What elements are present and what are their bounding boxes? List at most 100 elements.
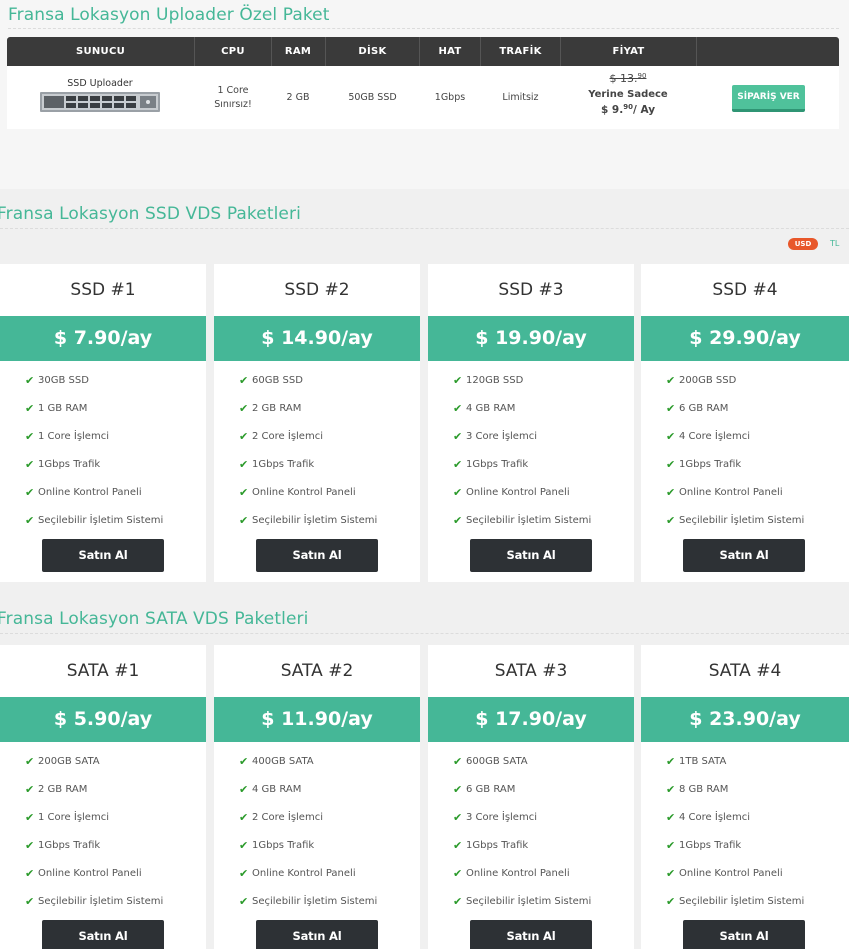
header-trafik: TRAFİK [499, 46, 542, 57]
check-icon: ✔ [239, 755, 249, 768]
currency-tl-toggle[interactable]: TL [830, 238, 839, 250]
title-divider [8, 28, 839, 29]
check-icon: ✔ [453, 895, 463, 908]
feature-item: ✔ 200GB SSD [666, 374, 737, 387]
feature-item: ✔ Online Kontrol Paneli [25, 486, 142, 499]
feature-item: ✔ 2 GB RAM [25, 783, 88, 796]
buy-button[interactable]: Satın Al [256, 920, 378, 949]
sata-package-card: SATA #1 $ 5.90/ay ✔ 200GB SATA ✔ 2 GB RAM ✔ 1 C… [0, 645, 206, 949]
ssd-section-title: Fransa Lokasyon SSD VDS Paketleri [0, 204, 301, 224]
table-header: SUNUCU CPU RAM DİSK HAT TRAFİK FİYAT [7, 37, 839, 66]
check-icon: ✔ [25, 514, 35, 527]
check-icon: ✔ [666, 755, 676, 768]
cell-cpu: 1 Core Sınırsız! [195, 66, 271, 129]
check-icon: ✔ [666, 783, 676, 796]
cpu-note: Sınırsız! [214, 98, 252, 110]
sata-section-title: Fransa Lokasyon SATA VDS Paketleri [0, 609, 309, 629]
buy-button[interactable]: Satın Al [470, 539, 592, 572]
package-price: $ 23.90/ay [641, 697, 849, 742]
feature-item: ✔ 1Gbps Trafik [453, 458, 529, 471]
check-icon: ✔ [25, 839, 35, 852]
feature-item: ✔ 1TB SATA [666, 755, 727, 768]
check-icon: ✔ [239, 374, 249, 387]
title-divider [0, 228, 849, 229]
check-icon: ✔ [453, 811, 463, 824]
sata-package-card: SATA #4 $ 23.90/ay ✔ 1TB SATA ✔ 8 GB RAM ✔ 4 Co… [641, 645, 849, 949]
feature-item: ✔ 1 GB RAM [25, 402, 88, 415]
check-icon: ✔ [25, 374, 35, 387]
check-icon: ✔ [453, 755, 463, 768]
check-icon: ✔ [666, 867, 676, 880]
ssd-package-card: SSD #4 $ 29.90/ay ✔ 200GB SSD ✔ 6 GB RAM ✔ 4 Co… [641, 264, 849, 582]
buy-button[interactable]: Satın Al [683, 539, 805, 572]
order-button[interactable]: SİPARİŞ VER [732, 85, 805, 112]
check-icon: ✔ [25, 755, 35, 768]
feature-item: ✔ 2 Core İşlemci [239, 430, 323, 443]
feature-item: ✔ Seçilebilir İşletim Sistemi [666, 895, 805, 908]
check-icon: ✔ [239, 486, 249, 499]
special-package-section: Fransa Lokasyon Uploader Özel Paket SUNU… [0, 0, 849, 189]
feature-item: ✔ 1Gbps Trafik [666, 839, 742, 852]
cell-hat: 1Gbps [434, 91, 466, 103]
check-icon: ✔ [239, 783, 249, 796]
check-icon: ✔ [25, 867, 35, 880]
buy-button[interactable]: Satın Al [470, 920, 592, 949]
package-name: SATA #4 [708, 661, 782, 681]
cpu-cores: 1 Core [217, 84, 249, 96]
check-icon: ✔ [666, 895, 676, 908]
header-hat: HAT [438, 46, 462, 57]
buy-button[interactable]: Satın Al [256, 539, 378, 572]
special-section-title: Fransa Lokasyon Uploader Özel Paket [8, 5, 330, 25]
check-icon: ✔ [666, 514, 676, 527]
check-icon: ✔ [25, 783, 35, 796]
check-icon: ✔ [239, 811, 249, 824]
buy-button[interactable]: Satın Al [683, 920, 805, 949]
new-price: $ 9.90/ Ay [600, 103, 656, 116]
feature-item: ✔ 4 GB RAM [453, 402, 516, 415]
check-icon: ✔ [666, 430, 676, 443]
feature-item: ✔ Seçilebilir İşletim Sistemi [453, 895, 592, 908]
package-name: SSD #1 [70, 280, 136, 300]
feature-item: ✔ Online Kontrol Paneli [239, 486, 356, 499]
buy-button[interactable]: Satın Al [42, 920, 164, 949]
check-icon: ✔ [453, 458, 463, 471]
special-package-table: SUNUCU CPU RAM DİSK HAT TRAFİK FİYAT SSD… [7, 37, 839, 129]
check-icon: ✔ [666, 374, 676, 387]
feature-item: ✔ 1Gbps Trafik [239, 458, 315, 471]
sata-package-card: SATA #3 $ 17.90/ay ✔ 600GB SATA ✔ 6 GB RAM ✔ 3 … [428, 645, 634, 949]
package-name: SSD #4 [712, 280, 778, 300]
feature-item: ✔ 6 GB RAM [666, 402, 729, 415]
check-icon: ✔ [666, 811, 676, 824]
feature-item: ✔ 1Gbps Trafik [453, 839, 529, 852]
feature-item: ✔ 120GB SSD [453, 374, 524, 387]
feature-item: ✔ 2 Core İşlemci [239, 811, 323, 824]
feature-item: ✔ Seçilebilir İşletim Sistemi [25, 895, 164, 908]
check-icon: ✔ [239, 402, 249, 415]
feature-item: ✔ Seçilebilir İşletim Sistemi [239, 514, 378, 527]
new-price-label: Yerine Sadece [588, 89, 668, 100]
currency-usd-toggle[interactable]: USD [788, 238, 818, 250]
check-icon: ✔ [453, 374, 463, 387]
ssd-package-card: SSD #2 $ 14.90/ay ✔ 60GB SSD ✔ 2 GB RAM ✔ 2 Cor… [214, 264, 420, 582]
package-price: $ 29.90/ay [641, 316, 849, 361]
feature-item: ✔ 1Gbps Trafik [25, 839, 101, 852]
check-icon: ✔ [666, 839, 676, 852]
check-icon: ✔ [25, 895, 35, 908]
check-icon: ✔ [25, 430, 35, 443]
check-icon: ✔ [453, 402, 463, 415]
check-icon: ✔ [453, 867, 463, 880]
feature-item: ✔ 1Gbps Trafik [666, 458, 742, 471]
server-rack-image [40, 92, 160, 112]
buy-button[interactable]: Satın Al [42, 539, 164, 572]
feature-item: ✔ Online Kontrol Paneli [666, 867, 783, 880]
feature-item: ✔ 1Gbps Trafik [25, 458, 101, 471]
package-price: $ 14.90/ay [214, 316, 420, 361]
feature-item: ✔ 1 Core İşlemci [25, 430, 109, 443]
check-icon: ✔ [239, 430, 249, 443]
check-icon: ✔ [239, 895, 249, 908]
check-icon: ✔ [25, 486, 35, 499]
feature-item: ✔ 1 Core İşlemci [25, 811, 109, 824]
feature-item: ✔ Seçilebilir İşletim Sistemi [239, 895, 378, 908]
package-name: SSD #2 [284, 280, 350, 300]
package-name: SATA #3 [494, 661, 568, 681]
